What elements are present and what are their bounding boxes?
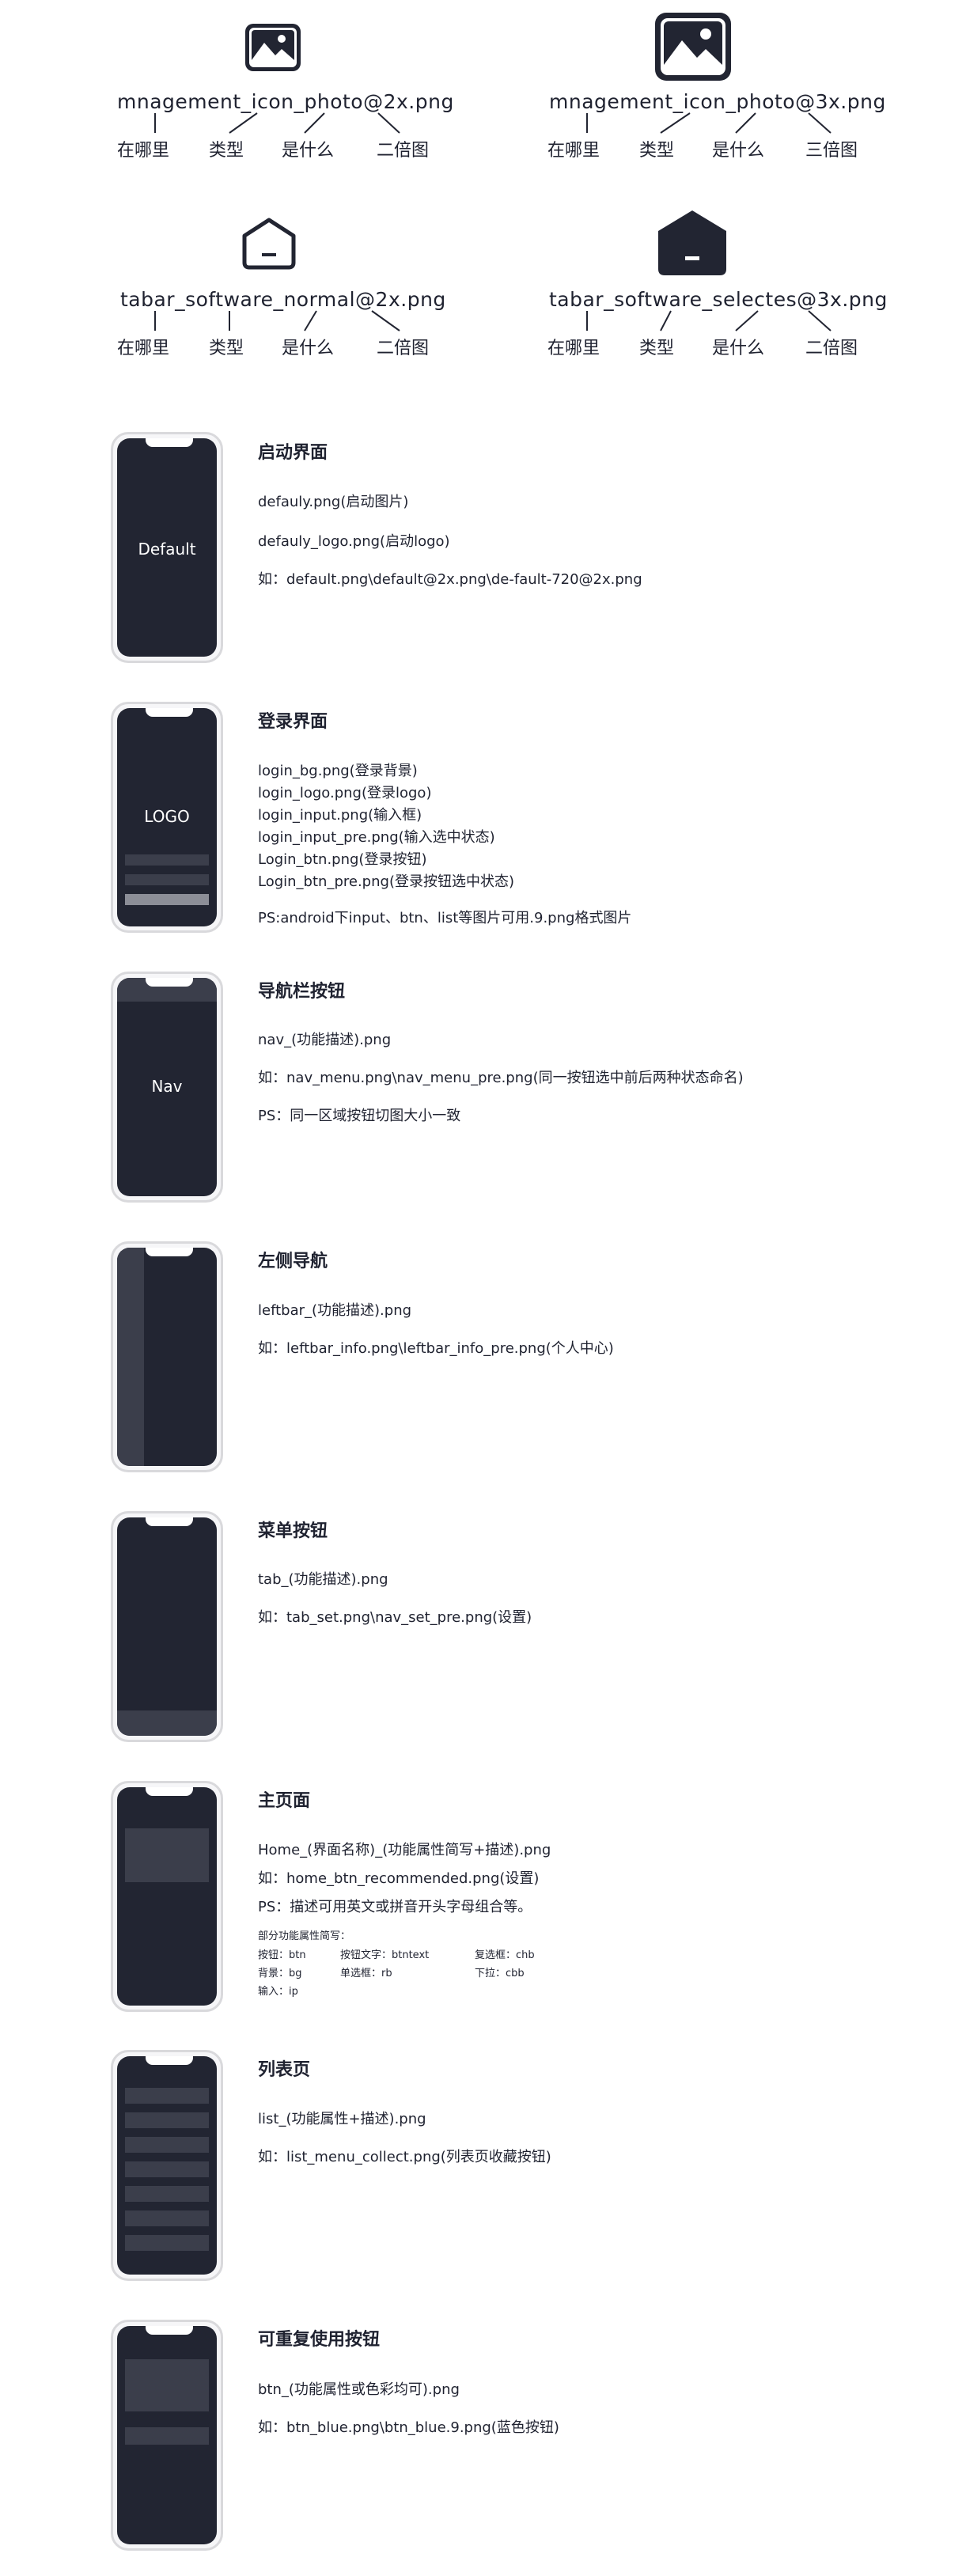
section-title: 导航栏按钮: [258, 982, 346, 1002]
phone-screen: Nav: [117, 978, 217, 1196]
section-line: list_(功能属性+描述).png: [258, 2111, 426, 2127]
phone-mockup-splash: Default: [111, 432, 223, 663]
list-row-block: [125, 2210, 209, 2226]
section-line: 如：btn_blue.png\btn_blue.9.png(蓝色按钮): [258, 2419, 559, 2436]
abbr-item: 按钮：btn: [258, 1949, 306, 1961]
phone-mockup-nav: Nav: [111, 972, 223, 1203]
phone-mockup-list: [111, 2050, 223, 2281]
phone-screen: [117, 1517, 217, 1736]
section-line: 如：nav_menu.png\nav_menu_pre.png(同一按钮选中前后…: [258, 1070, 744, 1086]
label-type: 类型: [639, 339, 675, 358]
phone-mockup-login: LOGO: [111, 702, 223, 933]
section-line: Login_btn.png(登录按钮): [258, 851, 427, 868]
section-line: login_input_pre.png(输入选中状态): [258, 829, 495, 846]
section-line: PS：描述可用英文或拼音开头字母组合等。: [258, 1899, 532, 1915]
section-line: PS：同一区域按钮切图大小一致: [258, 1108, 461, 1124]
section-line: login_logo.png(登录logo): [258, 785, 432, 801]
left-sidebar-block: [117, 1248, 144, 1466]
section-title: 登录界面: [258, 712, 328, 732]
section-line: 如：default.png\default@2x.png\de-fault-72…: [258, 571, 642, 588]
section-line: login_bg.png(登录背景): [258, 763, 418, 779]
login-input-block: [125, 874, 209, 885]
section-title: 主页面: [258, 1791, 311, 1811]
phone-screen: Default: [117, 438, 217, 657]
list-row-block: [125, 2112, 209, 2128]
splash-text: Default: [138, 540, 196, 559]
phone-notch: [146, 438, 193, 447]
phone-mockup-home: [111, 1781, 223, 2012]
phone-screen: [117, 1248, 217, 1466]
abbr-heading: 部分功能属性简写：: [258, 1930, 351, 1942]
section-line: nav_(功能描述).png: [258, 1032, 392, 1048]
section-title: 左侧导航: [258, 1252, 328, 1271]
section-title: 启动界面: [258, 443, 328, 463]
login-button-block: [125, 894, 209, 905]
list-row-block: [125, 2235, 209, 2251]
abbr-item: 复选框：chb: [475, 1949, 535, 1961]
phone-notch: [146, 978, 193, 987]
phone-notch: [146, 708, 193, 717]
phone-notch: [146, 2326, 193, 2335]
phone-mockup-tabbar: [111, 1511, 223, 1742]
section-title: 列表页: [258, 2060, 311, 2080]
section-line: Home_(界面名称)_(功能属性简写+描述).png: [258, 1842, 551, 1858]
section-line: login_input.png(输入框): [258, 807, 422, 824]
bottom-tab-block: [117, 1710, 217, 1736]
phone-screen: [117, 1787, 217, 2006]
login-input-block: [125, 854, 209, 866]
label-scale: 二倍图: [805, 339, 858, 358]
abbr-item: 背景：bg: [258, 1968, 302, 1979]
list-row-block: [125, 2161, 209, 2177]
list-row-block: [125, 2088, 209, 2104]
section-line: 如：leftbar_info.png\leftbar_info_pre.png(…: [258, 1340, 614, 1357]
section-line: defauly_logo.png(启动logo): [258, 533, 450, 550]
abbr-item: 单选框：rb: [340, 1968, 392, 1979]
button-block: [125, 2359, 209, 2411]
phone-notch: [146, 2056, 193, 2065]
section-line: btn_(功能属性或色彩均可).png: [258, 2381, 460, 2398]
phone-mockup-buttons: [111, 2320, 223, 2551]
phone-screen: [117, 2056, 217, 2275]
section-line: tab_(功能描述).png: [258, 1571, 388, 1588]
abbr-item: 下拉：cbb: [475, 1968, 525, 1979]
annotation-lines: [586, 310, 832, 331]
list-row-block: [125, 2186, 209, 2202]
section-line: 如：home_btn_recommended.png(设置): [258, 1870, 540, 1887]
section-title: 菜单按钮: [258, 1521, 328, 1541]
section-line: 如：list_menu_collect.png(列表页收藏按钮): [258, 2149, 551, 2165]
logo-text: LOGO: [144, 807, 190, 826]
phone-screen: [117, 2326, 217, 2544]
section-line: PS:android下input、btn、list等图片可用.9.png格式图片: [258, 910, 632, 926]
phone-notch: [146, 1248, 193, 1256]
home-banner-block: [125, 1828, 209, 1882]
button-block: [125, 2427, 209, 2445]
phone-notch: [146, 1787, 193, 1796]
section-line: defauly.png(启动图片): [258, 494, 409, 510]
phone-notch: [146, 1517, 193, 1526]
nav-text: Nav: [151, 1077, 183, 1096]
section-title: 可重复使用按钮: [258, 2330, 381, 2350]
label-where: 在哪里: [547, 339, 600, 358]
phone-screen: LOGO: [117, 708, 217, 926]
section-line: leftbar_(功能描述).png: [258, 1302, 412, 1319]
abbr-item: 输入：ip: [258, 1986, 298, 1998]
phone-mockup-leftbar: [111, 1241, 223, 1472]
section-line: 如：tab_set.png\nav_set_pre.png(设置): [258, 1609, 532, 1626]
list-row-block: [125, 2137, 209, 2153]
label-what: 是什么: [712, 339, 765, 358]
section-line: Login_btn_pre.png(登录按钮选中状态): [258, 873, 514, 890]
abbr-item: 按钮文字：btntext: [340, 1949, 430, 1961]
